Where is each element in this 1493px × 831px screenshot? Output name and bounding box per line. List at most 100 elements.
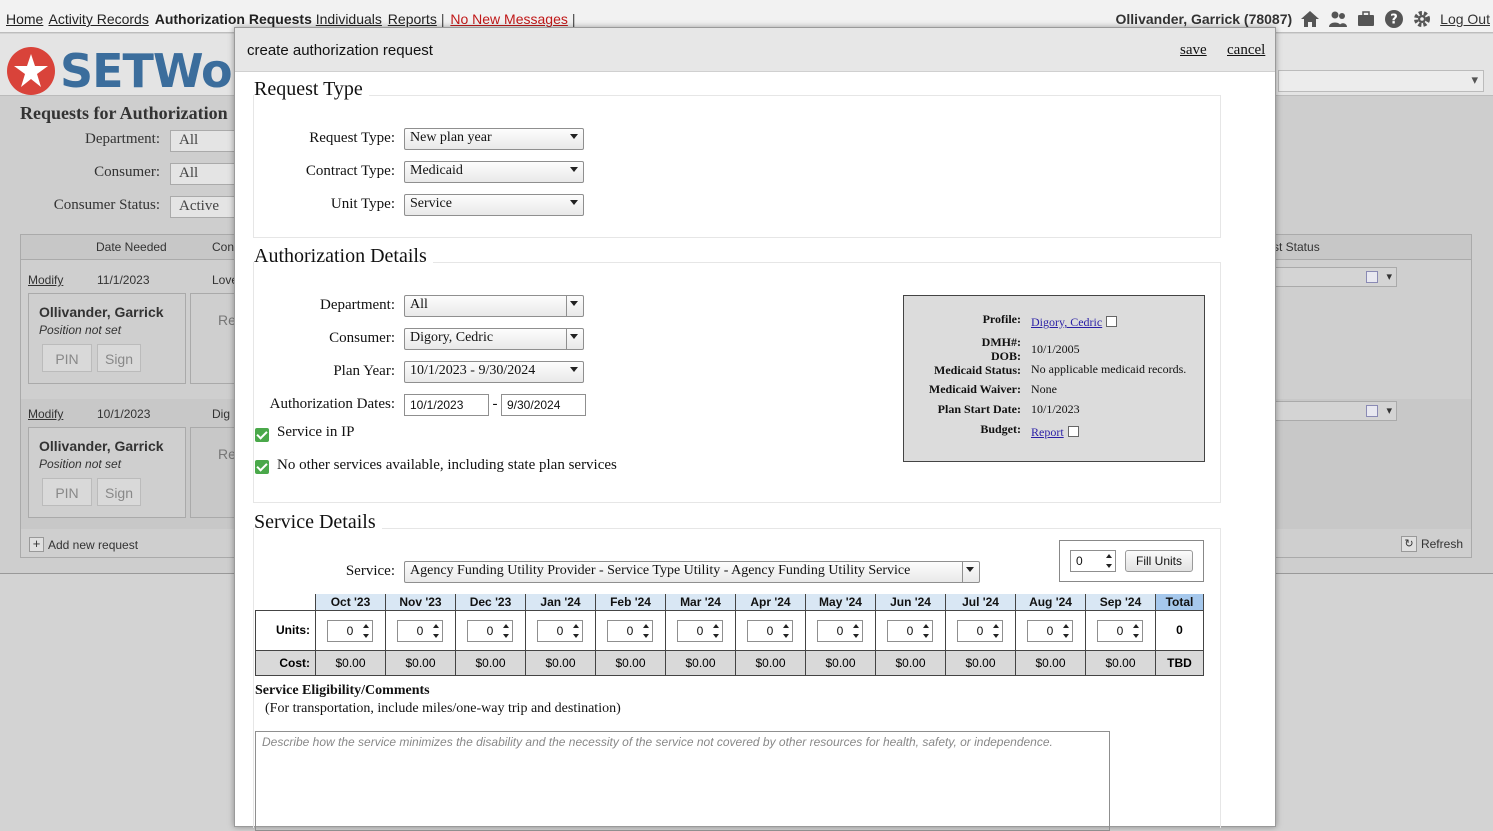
month-units-stepper[interactable]: 0 [397,619,443,642]
chevron-down-icon[interactable] [643,633,649,638]
chevron-up-icon[interactable] [1063,623,1069,628]
fill-units-button[interactable]: Fill Units [1125,550,1193,572]
gear-icon[interactable] [1412,9,1432,29]
sign-button[interactable]: Sign [97,478,141,506]
chevron-up-icon[interactable] [1133,623,1139,628]
cancel-link[interactable]: cancel [1227,42,1265,59]
logout-link[interactable]: Log Out [1440,11,1490,27]
month-cost-cell: $0.00 [875,649,946,676]
filter-department-select[interactable]: All [170,130,240,152]
save-link[interactable]: save [1180,42,1207,59]
chevron-up-icon[interactable] [363,623,369,628]
units-cell: 0 [805,609,876,651]
filter-consumer-select[interactable]: All [170,163,240,185]
unit-type-select[interactable]: Service [404,194,584,216]
consumer-select[interactable]: Digory, Cedric [404,328,584,350]
modify-link[interactable]: Modify [28,407,63,421]
chevron-up-icon[interactable] [1106,554,1112,558]
chevron-down-icon[interactable] [1106,564,1112,568]
month-units-value: 0 [1046,623,1054,638]
people-icon[interactable] [1328,9,1348,29]
month-units-stepper[interactable]: 0 [467,619,513,642]
month-units-stepper[interactable]: 0 [747,619,793,642]
plan-year-select[interactable]: 10/1/2023 - 9/30/2024 [404,361,584,383]
budget-link-wrap: Report [1031,423,1079,441]
chevron-down-icon[interactable] [1133,633,1139,638]
chevron-down-icon[interactable] [923,633,929,638]
status-select[interactable] [1267,401,1397,421]
add-request-button[interactable]: + Add new request [29,537,138,552]
clear-icon[interactable] [1366,405,1378,417]
chevron-down-icon[interactable] [783,633,789,638]
chevron-down-icon[interactable] [993,633,999,638]
month-units-stepper[interactable]: 0 [957,619,1003,642]
month-units-stepper[interactable]: 0 [677,619,723,642]
modify-link[interactable]: Modify [28,273,63,287]
plan-start-date-value: 10/1/2023 [1031,402,1080,416]
chevron-down-icon[interactable] [433,633,439,638]
status-select[interactable] [1267,267,1397,287]
end-date-input[interactable]: 9/30/2024 [501,394,586,416]
month-units-stepper[interactable]: 0 [1097,619,1143,642]
chevron-up-icon[interactable] [573,623,579,628]
chevron-up-icon[interactable] [783,623,789,628]
service-select[interactable]: Agency Funding Utility Provider - Servic… [404,561,980,583]
service-details-heading: Service Details [254,511,382,534]
profile-link[interactable]: Digory, Cedric [1031,315,1102,329]
units-total: 0 [1155,609,1204,651]
help-icon[interactable]: ? [1384,9,1404,29]
briefcase-icon[interactable] [1356,9,1376,29]
chevron-down-icon[interactable] [1063,633,1069,638]
chevron-down-icon[interactable] [713,633,719,638]
month-units-stepper[interactable]: 0 [327,619,373,642]
col-date-needed: Date Needed [96,240,167,254]
nav-messages[interactable]: No New Messages [450,11,568,27]
external-link-icon[interactable] [1067,426,1079,437]
clear-icon[interactable] [1366,271,1378,283]
chevron-up-icon[interactable] [923,623,929,628]
start-date-input[interactable]: 10/1/2023 [404,394,489,416]
nav-individuals[interactable]: Individuals [316,11,382,27]
budget-report-link[interactable]: Report [1031,425,1064,439]
pin-button[interactable]: PIN [42,478,92,506]
background-right-select[interactable] [1278,70,1484,92]
no-other-services-checkbox[interactable] [255,460,269,474]
pin-button[interactable]: PIN [42,344,92,372]
nav-reports[interactable]: Reports [388,11,437,27]
chevron-up-icon[interactable] [433,623,439,628]
month-units-stepper[interactable]: 0 [607,619,653,642]
chevron-down-icon[interactable] [853,633,859,638]
review-card: Re [190,293,240,384]
user-area: Ollivander, Garrick (78087) ? Log Out [1116,9,1490,29]
nav-activity-records[interactable]: Activity Records [48,11,148,27]
nav-home[interactable]: Home [6,11,43,27]
chevron-down-icon[interactable] [363,633,369,638]
service-in-ip-checkbox[interactable] [255,428,269,442]
chevron-up-icon[interactable] [713,623,719,628]
refresh-button[interactable]: ↻ Refresh [1400,536,1463,552]
month-units-stepper[interactable]: 0 [817,619,863,642]
comments-textarea[interactable]: Describe how the service minimizes the d… [255,731,1110,831]
chevron-up-icon[interactable] [993,623,999,628]
month-units-stepper[interactable]: 0 [537,619,583,642]
month-units-stepper[interactable]: 0 [887,619,933,642]
fill-units-stepper[interactable]: 0 [1070,550,1116,572]
authorization-details-heading: Authorization Details [254,245,433,268]
month-cost-cell: $0.00 [525,649,596,676]
home-icon[interactable] [1300,9,1320,29]
month-units-stepper[interactable]: 0 [1027,619,1073,642]
chevron-up-icon[interactable] [643,623,649,628]
filter-status-select[interactable]: Active [170,196,240,218]
sign-button[interactable]: Sign [97,344,141,372]
department-select[interactable]: All [404,295,584,317]
chevron-up-icon[interactable] [853,623,859,628]
department-label: Department: [320,297,395,313]
external-link-icon[interactable] [1106,316,1118,327]
chevron-down-icon[interactable] [503,633,509,638]
chevron-up-icon[interactable] [503,623,509,628]
nav-authorization-requests[interactable]: Authorization Requests [155,11,312,27]
chevron-down-icon[interactable] [573,633,579,638]
contract-type-select[interactable]: Medicaid [404,161,584,183]
col-consumer: Con [212,240,235,254]
request-type-select[interactable]: New plan year [404,128,584,150]
